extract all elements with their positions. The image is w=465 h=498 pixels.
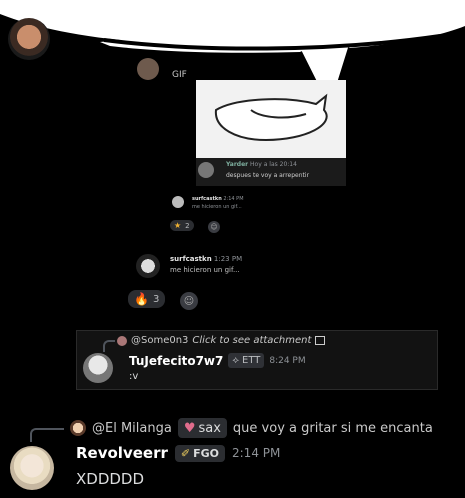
quoted-reply-action[interactable]: Click to see attachment (192, 335, 311, 346)
main-tag: ✐ FGO (174, 444, 225, 462)
gif-badge: GIF (172, 70, 187, 80)
small-message-text: me hicieron un gif... (192, 204, 242, 210)
main-tag-label: FGO (193, 446, 219, 460)
quoted-tag: ⟡ ETT (228, 353, 265, 368)
quoted-message[interactable]: @Some0n3 Click to see attachment TuJefec… (76, 330, 438, 390)
embedded-reply-username: Yarder (226, 161, 249, 168)
pencil-icon: ✐ (180, 446, 191, 460)
main-reply-connector (30, 428, 64, 442)
main-reply-text[interactable]: que voy a gritar si me encanta (233, 421, 433, 436)
embedded-reply-timestamp: Hoy a las 20:14 (250, 161, 297, 168)
small-reaction-star[interactable]: ★ 2 (170, 220, 194, 231)
quoted-avatar[interactable] (83, 353, 113, 383)
mid-message-timestamp: 1:23 PM (213, 255, 243, 263)
avatar-top[interactable] (8, 18, 50, 60)
quoted-tag-label: ETT (242, 355, 261, 366)
quoted-reply-avatar (117, 335, 127, 346)
star-icon: ★ (174, 221, 182, 230)
main-text: XDDDDD (76, 470, 145, 488)
mid-reaction-count: 3 (152, 293, 160, 305)
small-message-username: surfcastkn (192, 196, 222, 202)
main-reply-tag-label: sax (198, 420, 221, 436)
heart-icon: ♥ (183, 420, 196, 436)
main-reply-author[interactable]: @El Milanga (92, 421, 172, 436)
image-icon (315, 336, 326, 345)
quoted-timestamp: 8:24 PM (269, 355, 306, 366)
fire-icon: 🔥 (134, 292, 149, 306)
avatar-small-message (172, 196, 184, 208)
main-timestamp: 2:14 PM (232, 446, 281, 460)
main-reply-avatar[interactable] (70, 420, 86, 436)
main-avatar[interactable] (10, 446, 54, 490)
main-reply-tag: ♥ sax (177, 418, 227, 438)
small-reaction-count: 2 (185, 221, 190, 230)
quoted-username[interactable]: TuJefecito7w7 (129, 354, 223, 368)
embedded-reply: Yarder Hoy a las 20:14 despues te voy a … (196, 158, 346, 186)
quoted-reply-author[interactable]: @Some0n3 (131, 335, 188, 346)
avatar-mid-message (136, 254, 160, 278)
quoted-reply-connector (103, 340, 115, 352)
tag-icon: ⟡ (232, 355, 239, 366)
embedded-gif-image (196, 80, 346, 160)
mid-message-text: me hicieron un gif... (170, 266, 240, 274)
main-username[interactable]: Revolveerr (76, 444, 168, 462)
mid-add-reaction-icon[interactable]: ☺ (180, 292, 198, 310)
mid-reaction-fire[interactable]: 🔥 3 (128, 290, 166, 308)
mid-message-username: surfcastkn (170, 255, 212, 263)
small-message-timestamp: 2:14 PM (223, 196, 244, 202)
embedded-reply-text: despues te voy a arrepentir (226, 172, 310, 179)
bubble-icon (196, 80, 346, 160)
avatar-embedded-top (137, 58, 159, 80)
quoted-text: :v (129, 371, 139, 382)
small-add-reaction-icon[interactable]: ☺ (208, 221, 220, 233)
avatar-embedded-reply (198, 162, 214, 178)
